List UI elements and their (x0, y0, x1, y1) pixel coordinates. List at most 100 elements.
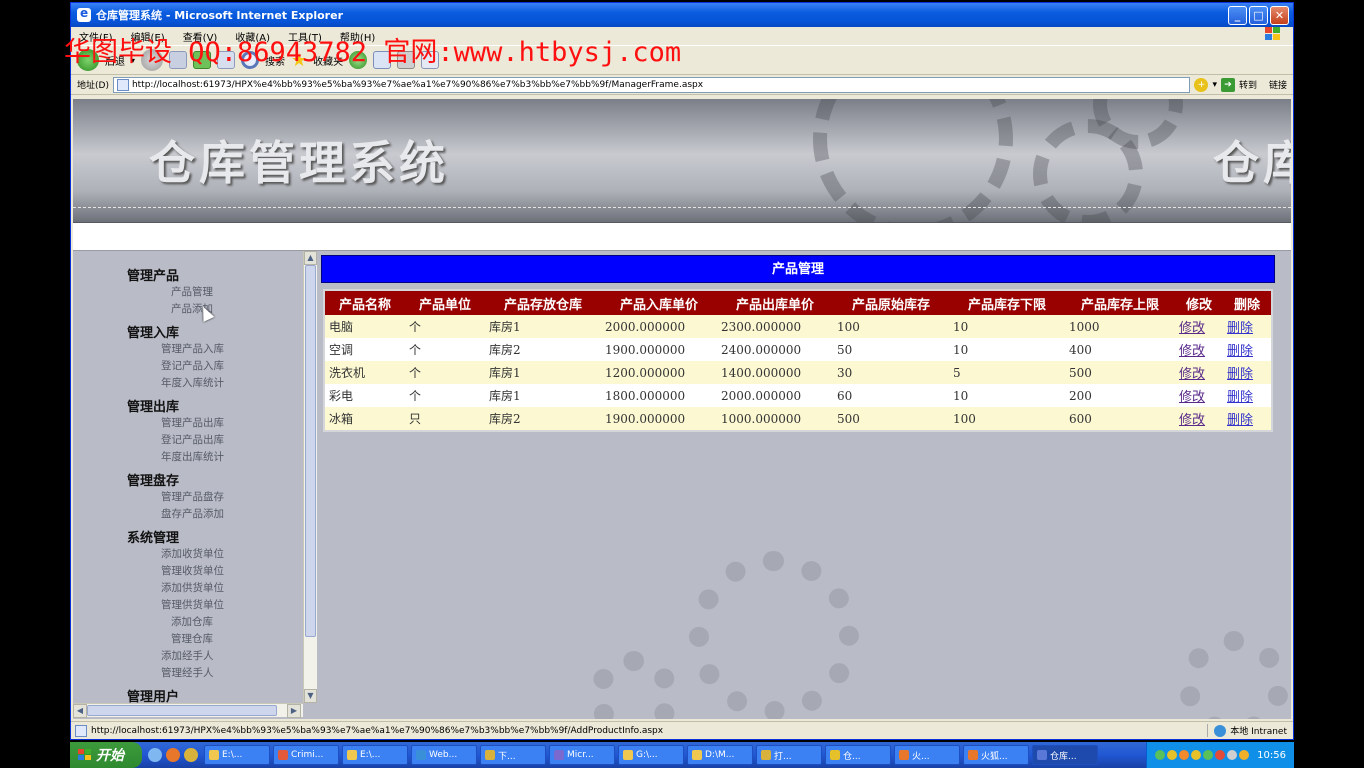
start-label[interactable]: 开始 (96, 745, 124, 765)
nav-group-title[interactable]: 管理产品 (127, 265, 303, 284)
taskbar-button[interactable]: Crimi... (273, 745, 339, 765)
delete-link[interactable]: 删除 (1227, 413, 1253, 428)
nav-group-title[interactable]: 系统管理 (127, 527, 303, 546)
nav-group-title[interactable]: 管理入库 (127, 322, 303, 341)
edit-link[interactable]: 修改 (1179, 344, 1205, 359)
tray-app-icon[interactable] (1203, 750, 1214, 760)
taskbar-button[interactable]: Micr... (549, 745, 615, 765)
title-bar[interactable]: 仓库管理系统 - Microsoft Internet Explorer _ □… (71, 3, 1293, 27)
task-label: 火... (912, 751, 930, 762)
firefox-quicklaunch-icon[interactable] (166, 748, 180, 762)
nav-item[interactable]: 管理产品盘存 (127, 489, 303, 506)
nav-item[interactable]: 管理供货单位 (127, 597, 303, 614)
edit-link[interactable]: 修改 (1179, 367, 1205, 382)
tray-shield-icon[interactable] (1239, 750, 1250, 760)
taskbar-button[interactable]: 火... (894, 745, 960, 765)
nav-item[interactable]: 添加供货单位 (127, 580, 303, 597)
nav-item[interactable]: 管理经手人 (127, 665, 303, 682)
window-title: 仓库管理系统 - Microsoft Internet Explorer (96, 9, 343, 22)
taskbar-button[interactable]: 仓... (825, 745, 891, 765)
start-button[interactable]: 开始 (70, 742, 142, 768)
scroll-up-icon[interactable]: ▲ (304, 251, 317, 265)
scroll-thumb[interactable] (305, 265, 316, 637)
cell-warehouse: 库房1 (485, 361, 601, 384)
taskbar: 开始 E:\... Crimi... E:\... Web... 下... Micr...… (70, 742, 1294, 768)
cell-name: 电脑 (325, 315, 405, 338)
go-button[interactable]: 转到 (1239, 78, 1257, 91)
go-arrow-icon[interactable]: ➔ (1220, 77, 1235, 92)
task-app-icon (209, 750, 219, 760)
close-button[interactable]: ✕ (1270, 6, 1289, 25)
nav-item[interactable]: 产品添加 (127, 301, 303, 318)
delete-link[interactable]: 删除 (1227, 344, 1253, 359)
edit-link[interactable]: 修改 (1179, 390, 1205, 405)
taskbar-button[interactable]: 仓库... (1032, 745, 1098, 765)
nav-vertical-scrollbar[interactable]: ▲ ▼ (303, 251, 317, 703)
task-label: 仓库... (1050, 751, 1077, 762)
nav-item[interactable]: 添加收货单位 (127, 546, 303, 563)
nav-group-title[interactable]: 管理盘存 (127, 470, 303, 489)
tray-qq-icon[interactable] (1191, 750, 1202, 760)
left-nav: 管理产品 产品管理 产品添加 管理入库 管理产品入库 登记产品入库 年度入库统计 管理出库 管理… (73, 251, 303, 719)
scroll-left-icon[interactable]: ◀ (73, 704, 87, 718)
nav-item[interactable]: 添加经手人 (127, 648, 303, 665)
maximize-button[interactable]: □ (1249, 6, 1268, 25)
nav-group: 管理产品 产品管理 产品添加 (73, 265, 303, 318)
task-list: E:\... Crimi... E:\... Web... 下... Micr... G:\… (204, 745, 1101, 765)
nav-item[interactable]: 添加仓库 (127, 614, 303, 631)
cell-name: 洗衣机 (325, 361, 405, 384)
nav-item[interactable]: 管理产品入库 (127, 341, 303, 358)
taskbar-button[interactable]: D:\M... (687, 745, 753, 765)
delete-link[interactable]: 删除 (1227, 367, 1253, 382)
nav-item[interactable]: 管理产品出库 (127, 415, 303, 432)
nav-item[interactable]: 产品管理 (127, 284, 303, 301)
scroll-right-icon[interactable]: ▶ (287, 704, 301, 718)
address-url[interactable]: http://localhost:61973/HPX%e4%bb%93%e5%b… (132, 80, 703, 90)
add-icon[interactable]: + (1194, 77, 1209, 92)
scroll-thumb-horizontal[interactable] (87, 705, 277, 716)
tray-network-icon[interactable] (1155, 750, 1166, 760)
address-input[interactable]: http://localhost:61973/HPX%e4%bb%93%e5%b… (112, 76, 1191, 93)
nav-item[interactable]: 盘存产品添加 (127, 506, 303, 523)
system-tray: 10:56 (1146, 742, 1294, 768)
taskbar-button[interactable]: Web... (411, 745, 477, 765)
nav-item[interactable]: 登记产品出库 (127, 432, 303, 449)
edit-link[interactable]: 修改 (1179, 321, 1205, 336)
nav-item[interactable]: 管理仓库 (127, 631, 303, 648)
tray-qq-icon[interactable] (1167, 750, 1178, 760)
taskbar-button[interactable]: 打... (756, 745, 822, 765)
nav-item[interactable]: 管理收货单位 (127, 563, 303, 580)
nav-item[interactable]: 年度出库统计 (127, 449, 303, 466)
taskbar-button[interactable]: 火狐... (963, 745, 1029, 765)
nav-item[interactable]: 登记产品入库 (127, 358, 303, 375)
links-button[interactable]: 链接 (1269, 78, 1287, 91)
column-header: 产品库存下限 (949, 291, 1065, 315)
nav-group: 管理出库 管理产品出库 登记产品出库 年度出库统计 (73, 396, 303, 466)
clock[interactable]: 10:56 (1257, 750, 1286, 761)
taskbar-button[interactable]: G:\... (618, 745, 684, 765)
address-dropdown-icon[interactable]: ▾ (1212, 80, 1217, 90)
ie-quicklaunch-icon[interactable] (148, 748, 162, 762)
cell-name: 彩电 (325, 384, 405, 407)
taskbar-button[interactable]: E:\... (342, 745, 408, 765)
cell-lower: 5 (949, 361, 1065, 384)
tray-qq-icon[interactable] (1179, 750, 1190, 760)
watermark-text: 华图毕设 QQ:86943782 官网:www.htbysj.com (64, 37, 682, 68)
minimize-button[interactable]: _ (1228, 6, 1247, 25)
cell-in-price: 1200.000000 (601, 361, 717, 384)
taskbar-button[interactable]: E:\... (204, 745, 270, 765)
task-app-icon (485, 750, 495, 760)
scroll-down-icon[interactable]: ▼ (304, 689, 317, 703)
nav-item[interactable]: 年度入库统计 (127, 375, 303, 392)
edit-link[interactable]: 修改 (1179, 413, 1205, 428)
tray-app-icon[interactable] (1227, 750, 1238, 760)
delete-link[interactable]: 删除 (1227, 321, 1253, 336)
nav-horizontal-scrollbar[interactable]: ◀ ▶ (73, 703, 303, 718)
delete-link[interactable]: 删除 (1227, 390, 1253, 405)
tray-app-icon[interactable] (1215, 750, 1226, 760)
taskbar-button[interactable]: 下... (480, 745, 546, 765)
nav-group-title[interactable]: 管理出库 (127, 396, 303, 415)
chrome-quicklaunch-icon[interactable] (184, 748, 198, 762)
page-content: 仓库管理系统 仓库 管理产品产品管理产品添加管理入库管理产品入库登记产品入库年度… (73, 99, 1291, 719)
column-header: 修改 (1175, 291, 1223, 315)
